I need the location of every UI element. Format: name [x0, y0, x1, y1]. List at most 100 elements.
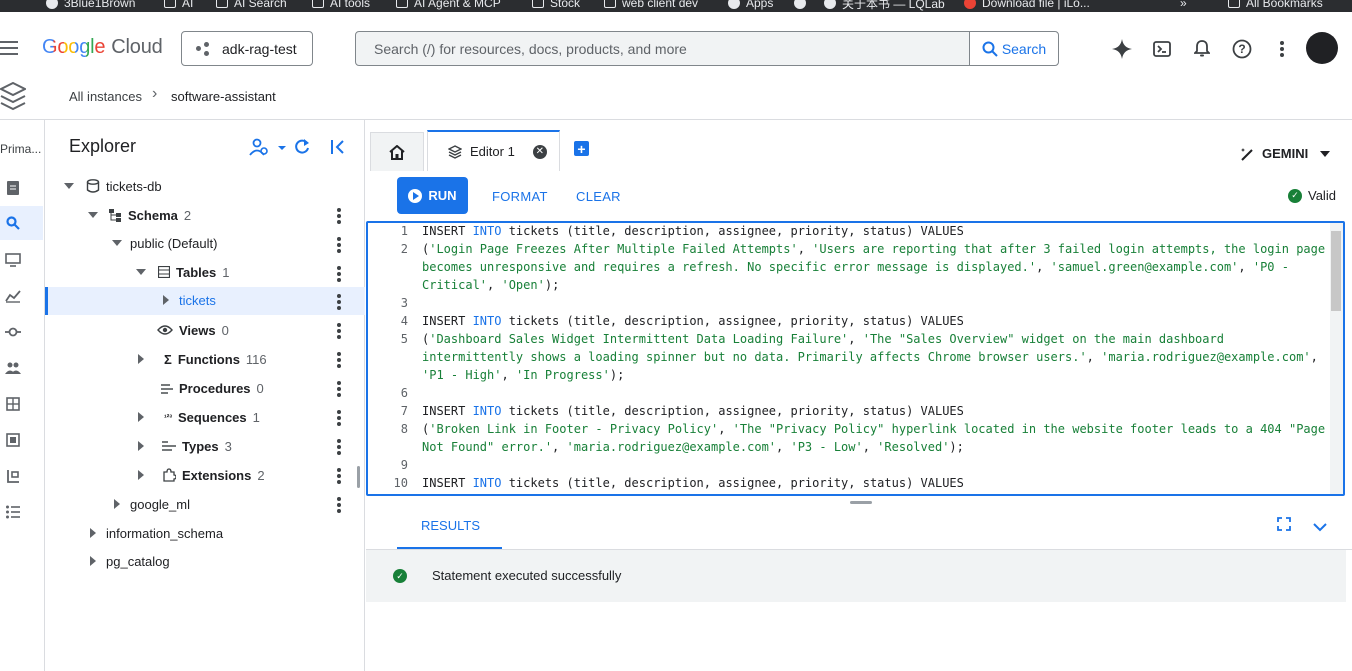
replication-icon[interactable]	[6, 469, 20, 488]
bookmark-stock[interactable]: Stock	[532, 0, 580, 11]
breadcrumb: All instances › software-assistant	[0, 74, 1352, 120]
expand-caret-icon[interactable]	[138, 441, 144, 451]
code-string: 'Resolved'	[877, 440, 950, 454]
tree-node-tables[interactable]: Tables 1	[136, 259, 229, 285]
top-header: Google Cloud adk-rag-test Search (/) for …	[0, 12, 1352, 74]
refresh-icon[interactable]	[293, 138, 311, 161]
studio-search-icon[interactable]	[6, 216, 20, 235]
bookmark-apps[interactable]: Apps	[728, 0, 773, 11]
bookmark-ai-tools[interactable]: AI tools	[312, 0, 370, 11]
operations-list-icon[interactable]	[6, 505, 20, 524]
collapse-results-icon[interactable]	[1313, 519, 1327, 537]
expand-caret-icon[interactable]	[138, 354, 144, 364]
tables-more-icon[interactable]	[337, 266, 341, 284]
procedure-icon	[161, 384, 173, 394]
expand-caret-icon[interactable]	[88, 212, 98, 218]
bookmark-ai-search[interactable]: AI Search	[216, 0, 287, 11]
gemini-sparkle-icon[interactable]	[1111, 38, 1133, 60]
google-ml-more-icon[interactable]	[337, 497, 341, 515]
monitor-icon[interactable]	[5, 253, 21, 272]
fullscreen-icon[interactable]	[1277, 517, 1291, 536]
alloydb-product-icon[interactable]	[0, 81, 28, 117]
tree-node-public[interactable]: public (Default)	[112, 230, 217, 256]
bookmark-globe[interactable]	[794, 0, 806, 11]
google-cloud-logo[interactable]: Google Cloud	[42, 36, 163, 59]
tree-node-pg-catalog[interactable]: pg_catalog	[90, 548, 170, 574]
bookmark-download-file[interactable]: Download file | iLo...	[964, 0, 1090, 11]
expand-caret-icon[interactable]	[138, 412, 144, 422]
cloud-shell-icon[interactable]	[1151, 38, 1173, 60]
tree-node-tickets-db[interactable]: tickets-db	[64, 173, 162, 199]
expand-caret-icon[interactable]	[114, 499, 120, 509]
bookmark-all-bookmarks[interactable]: All Bookmarks	[1228, 0, 1323, 11]
format-button[interactable]: FORMAT	[492, 189, 548, 204]
breadcrumb-all-instances[interactable]: All instances	[69, 89, 142, 104]
databases-icon[interactable]	[6, 397, 20, 416]
expand-caret-icon[interactable]	[136, 269, 146, 275]
expand-caret-icon[interactable]	[90, 528, 96, 538]
tree-node-tickets[interactable]: tickets	[163, 287, 216, 313]
procedures-more-icon[interactable]	[337, 381, 341, 399]
connectivity-icon[interactable]	[5, 325, 21, 344]
editor-scrollbar-thumb[interactable]	[1331, 231, 1341, 311]
tree-node-functions[interactable]: Σ Functions 116	[138, 346, 267, 372]
home-tab[interactable]	[370, 132, 424, 171]
public-more-icon[interactable]	[337, 237, 341, 255]
add-tab-icon[interactable]: +	[574, 141, 589, 157]
users-icon[interactable]	[5, 361, 21, 380]
bookmark-ai[interactable]: AI	[164, 0, 193, 11]
bookmark-ai-agent-mcp[interactable]: AI Agent & MCP	[396, 0, 501, 11]
explorer-panel: Explorer tickets-db Schema 2 public (Defa…	[45, 120, 365, 671]
types-more-icon[interactable]	[337, 439, 341, 457]
expand-caret-icon[interactable]	[90, 556, 96, 566]
project-picker[interactable]: adk-rag-test	[181, 31, 313, 66]
tree-node-information-schema[interactable]: information_schema	[90, 520, 223, 546]
bookmarks-overflow-button[interactable]: »	[1180, 0, 1187, 11]
clear-button[interactable]: CLEAR	[576, 189, 621, 204]
more-options-icon[interactable]	[1271, 38, 1293, 60]
help-icon[interactable]: ?	[1231, 38, 1253, 60]
bookmark-lqlab[interactable]: 关于本书 — LQLab	[824, 0, 945, 11]
editor-results-resize-handle[interactable]	[850, 501, 872, 504]
tree-node-types[interactable]: Types 3	[138, 433, 232, 459]
schema-more-icon[interactable]	[337, 208, 341, 226]
search-input[interactable]: Search (/) for resources, docs, products…	[355, 31, 1059, 66]
tree-node-sequences[interactable]: ¹²³ Sequences 1	[138, 404, 260, 430]
panel-resize-handle[interactable]	[357, 466, 360, 488]
tree-node-schema[interactable]: Schema 2	[88, 202, 191, 228]
connect-user-icon[interactable]	[249, 138, 289, 163]
close-tab-icon[interactable]: ✕	[532, 144, 547, 159]
backups-icon[interactable]	[6, 433, 20, 452]
tree-node-views[interactable]: Views 0	[157, 317, 229, 343]
types-icon	[162, 441, 176, 451]
play-icon	[408, 188, 423, 203]
run-button[interactable]: RUN	[397, 177, 468, 214]
bookmark-web-client-dev[interactable]: web client dev	[604, 0, 698, 11]
sequences-more-icon[interactable]	[337, 410, 341, 428]
overview-icon[interactable]	[6, 180, 20, 201]
tree-node-extensions[interactable]: Extensions 2	[138, 462, 265, 488]
notifications-icon[interactable]	[1191, 38, 1213, 60]
views-more-icon[interactable]	[337, 323, 341, 341]
bookmark-3blue1brown[interactable]: 3Blue1Brown	[46, 0, 135, 11]
tab-editor-1[interactable]: Editor 1 ✕	[427, 130, 560, 171]
expand-caret-icon[interactable]	[112, 240, 122, 246]
gemini-menu[interactable]: GEMINI	[1240, 146, 1331, 161]
tree-node-procedures[interactable]: Procedures 0	[161, 375, 264, 401]
sql-code-editor[interactable]: 1 INSERT INTO tickets (title, description…	[366, 221, 1345, 496]
expand-caret-icon[interactable]	[64, 183, 74, 189]
extensions-more-icon[interactable]	[337, 468, 341, 486]
menu-icon[interactable]	[0, 41, 18, 59]
functions-more-icon[interactable]	[337, 352, 341, 370]
explorer-title: Explorer	[69, 136, 137, 156]
expand-caret-icon[interactable]	[163, 295, 169, 305]
avatar[interactable]	[1306, 32, 1338, 64]
tab-results[interactable]: RESULTS	[397, 516, 502, 549]
search-button[interactable]: Search	[969, 32, 1058, 65]
tree-node-google-ml[interactable]: google_ml	[114, 491, 190, 517]
code-token: ,	[1036, 260, 1051, 274]
expand-caret-icon[interactable]	[138, 470, 144, 480]
tickets-more-icon[interactable]	[337, 294, 341, 312]
collapse-panel-icon[interactable]	[330, 139, 346, 160]
insights-icon[interactable]	[5, 289, 21, 308]
